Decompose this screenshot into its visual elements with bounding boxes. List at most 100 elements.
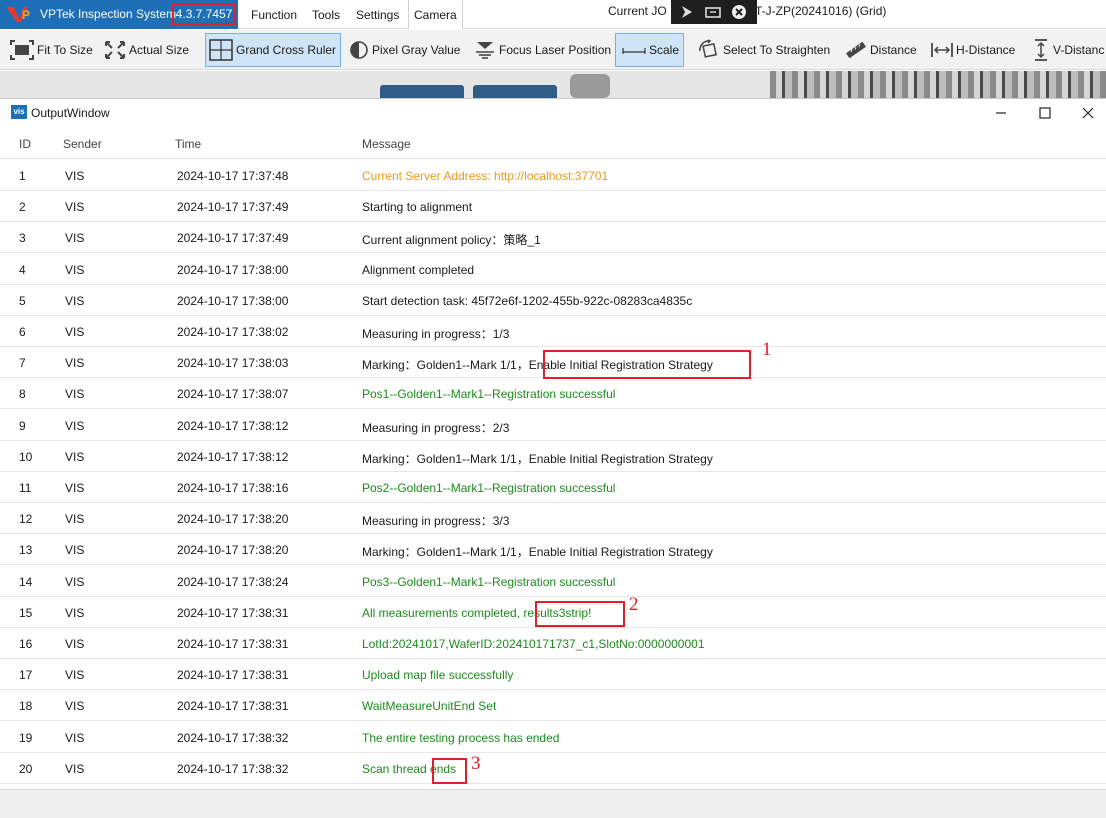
table-row[interactable]: 9 VIS 2024-10-17 17:38:12 Measuring in prog… bbox=[0, 410, 1106, 441]
row-id: 18 bbox=[19, 699, 33, 714]
output-window-title: OutputWindow bbox=[31, 106, 110, 120]
h-distance-icon bbox=[931, 43, 953, 57]
table-row[interactable]: 1 VIS 2024-10-17 17:37:48 Current Server Ad… bbox=[0, 160, 1106, 191]
row-id: 14 bbox=[19, 574, 33, 589]
table-row[interactable]: 14 VIS 2024-10-17 17:38:24 Pos3--Golden1--M… bbox=[0, 566, 1106, 597]
row-id: 6 bbox=[19, 325, 26, 339]
svg-text:P: P bbox=[22, 8, 30, 22]
row-id: 16 bbox=[19, 637, 33, 651]
annotation-number-1: 1 bbox=[762, 339, 772, 360]
row-id: 19 bbox=[19, 730, 33, 745]
background-image bbox=[770, 71, 1106, 98]
table-row[interactable]: 13 VIS 2024-10-17 17:38:20 Marking：Golden1-… bbox=[0, 534, 1106, 566]
grand-cross-ruler-label: Grand Cross Ruler bbox=[236, 43, 337, 57]
v-distance-button[interactable]: V-Distanc bbox=[1032, 33, 1104, 67]
row-message: Starting to alignment bbox=[362, 200, 473, 215]
row-id: 4 bbox=[19, 262, 26, 277]
row-message: The entire testing process has ended bbox=[362, 730, 560, 745]
table-row[interactable]: 3 VIS 2024-10-17 17:37:49 Current alignment… bbox=[0, 222, 1106, 254]
highlight-box-1 bbox=[543, 350, 751, 379]
row-sender: VIS bbox=[65, 200, 85, 215]
row-time: 2024-10-17 17:37:49 bbox=[177, 200, 289, 215]
minimize-icon[interactable] bbox=[991, 103, 1011, 123]
row-id: 9 bbox=[19, 418, 26, 433]
table-row[interactable]: 11 VIS 2024-10-17 17:38:16 Pos2--Golden1--M… bbox=[0, 472, 1106, 503]
h-distance-button[interactable]: H-Distance bbox=[931, 33, 1015, 67]
table-row[interactable]: 6 VIS 2024-10-17 17:38:02 Measuring in prog… bbox=[0, 316, 1106, 347]
table-row[interactable]: 16 VIS 2024-10-17 17:38:31 LotId:20241017,W… bbox=[0, 628, 1106, 659]
menu-settings[interactable]: Settings bbox=[356, 8, 399, 22]
screen-share-overlay bbox=[671, 0, 757, 24]
highlight-box-3 bbox=[432, 758, 467, 784]
row-sender: VIS bbox=[65, 481, 85, 495]
table-row[interactable]: 12 VIS 2024-10-17 17:38:20 Measuring in pro… bbox=[0, 503, 1106, 535]
column-header-message[interactable]: Message bbox=[362, 137, 411, 151]
row-id: 17 bbox=[19, 668, 33, 683]
row-message: Pos3--Golden1--Mark1--Registration succe… bbox=[362, 574, 616, 589]
row-sender: VIS bbox=[65, 169, 85, 183]
menu-function[interactable]: Function bbox=[251, 8, 297, 22]
straighten-icon bbox=[699, 39, 718, 58]
pixel-gray-icon bbox=[350, 41, 368, 59]
row-message: Marking：Golden1--Mark 1/1，Enable Initial… bbox=[362, 545, 713, 560]
app-title: VPTek Inspection System bbox=[40, 7, 177, 21]
row-message: Pos2--Golden1--Mark1--Registration succe… bbox=[362, 481, 616, 495]
scale-button[interactable]: Scale bbox=[615, 33, 684, 67]
row-sender: VIS bbox=[65, 231, 85, 246]
actual-size-button[interactable]: Actual Size bbox=[104, 33, 189, 67]
cursor-icon[interactable] bbox=[679, 4, 695, 20]
row-time: 2024-10-17 17:38:31 bbox=[177, 699, 289, 714]
actual-size-label: Actual Size bbox=[129, 43, 190, 57]
row-time: 2024-10-17 17:37:48 bbox=[177, 169, 289, 183]
focus-laser-position-button[interactable]: Focus Laser Position bbox=[474, 33, 611, 67]
row-id: 10 bbox=[19, 449, 33, 464]
table-row[interactable]: 8 VIS 2024-10-17 17:38:07 Pos1--Golden1--Ma… bbox=[0, 378, 1106, 410]
row-sender: VIS bbox=[65, 761, 85, 776]
menu-tools[interactable]: Tools bbox=[312, 8, 340, 22]
table-row[interactable]: 5 VIS 2024-10-17 17:38:00 Start detection t… bbox=[0, 285, 1106, 316]
row-time: 2024-10-17 17:38:31 bbox=[177, 668, 289, 683]
screen-icon[interactable] bbox=[705, 4, 721, 20]
table-row[interactable]: 10 VIS 2024-10-17 17:38:12 Marking：Golden1-… bbox=[0, 441, 1106, 472]
row-sender: VIS bbox=[65, 356, 85, 371]
menu-camera[interactable]: Camera bbox=[414, 8, 457, 22]
v-distance-icon bbox=[1035, 39, 1047, 61]
output-window: vis OutputWindow ID Sender Time Message … bbox=[0, 98, 1106, 818]
row-sender: VIS bbox=[65, 262, 85, 277]
row-id: 8 bbox=[19, 387, 26, 402]
table-row[interactable]: 17 VIS 2024-10-17 17:38:31 Upload map file … bbox=[0, 659, 1106, 691]
table-row[interactable]: 19 VIS 2024-10-17 17:38:32 The entire testi… bbox=[0, 722, 1106, 753]
row-sender: VIS bbox=[65, 418, 85, 433]
vis-app-icon: vis bbox=[11, 105, 27, 119]
ruler-icon bbox=[846, 41, 866, 59]
column-header-sender[interactable]: Sender bbox=[63, 137, 102, 151]
select-to-straighten-button[interactable]: Select To Straighten bbox=[698, 33, 830, 67]
row-message: Current Server Address: http://localhost… bbox=[362, 169, 609, 183]
fit-to-size-icon bbox=[10, 40, 34, 60]
row-id: 3 bbox=[19, 231, 26, 246]
table-row[interactable]: 18 VIS 2024-10-17 17:38:31 WaitMeasureUnitE… bbox=[0, 690, 1106, 722]
row-sender: VIS bbox=[65, 449, 85, 464]
row-sender: VIS bbox=[65, 325, 85, 339]
table-row[interactable]: 2 VIS 2024-10-17 17:37:49 Starting to align… bbox=[0, 191, 1106, 223]
distance-button[interactable]: Distance bbox=[845, 33, 917, 67]
row-time: 2024-10-17 17:38:31 bbox=[177, 637, 289, 651]
row-time: 2024-10-17 17:38:12 bbox=[177, 418, 289, 433]
maximize-icon[interactable] bbox=[1035, 103, 1055, 123]
column-header-time[interactable]: Time bbox=[175, 137, 201, 151]
current-job-label: Current JO bbox=[608, 4, 667, 18]
table-row[interactable]: 4 VIS 2024-10-17 17:38:00 Alignment complet… bbox=[0, 254, 1106, 285]
row-id: 7 bbox=[19, 356, 26, 371]
row-id: 5 bbox=[19, 293, 26, 308]
close-window-icon[interactable] bbox=[1078, 103, 1098, 123]
grand-cross-ruler-button[interactable]: Grand Cross Ruler bbox=[205, 33, 341, 67]
distance-label: Distance bbox=[870, 43, 917, 57]
pixel-gray-value-button[interactable]: Pixel Gray Value bbox=[349, 33, 460, 67]
table-row[interactable]: 20 VIS 2024-10-17 17:38:32 Scan thread ends bbox=[0, 753, 1106, 784]
column-header-id[interactable]: ID bbox=[19, 137, 31, 151]
row-id: 15 bbox=[19, 605, 33, 620]
row-time: 2024-10-17 17:38:00 bbox=[177, 293, 289, 308]
close-icon[interactable] bbox=[731, 4, 747, 20]
fit-to-size-button[interactable]: Fit To Size bbox=[10, 33, 93, 67]
row-message: Marking：Golden1--Mark 1/1，Enable Initial… bbox=[362, 451, 713, 466]
